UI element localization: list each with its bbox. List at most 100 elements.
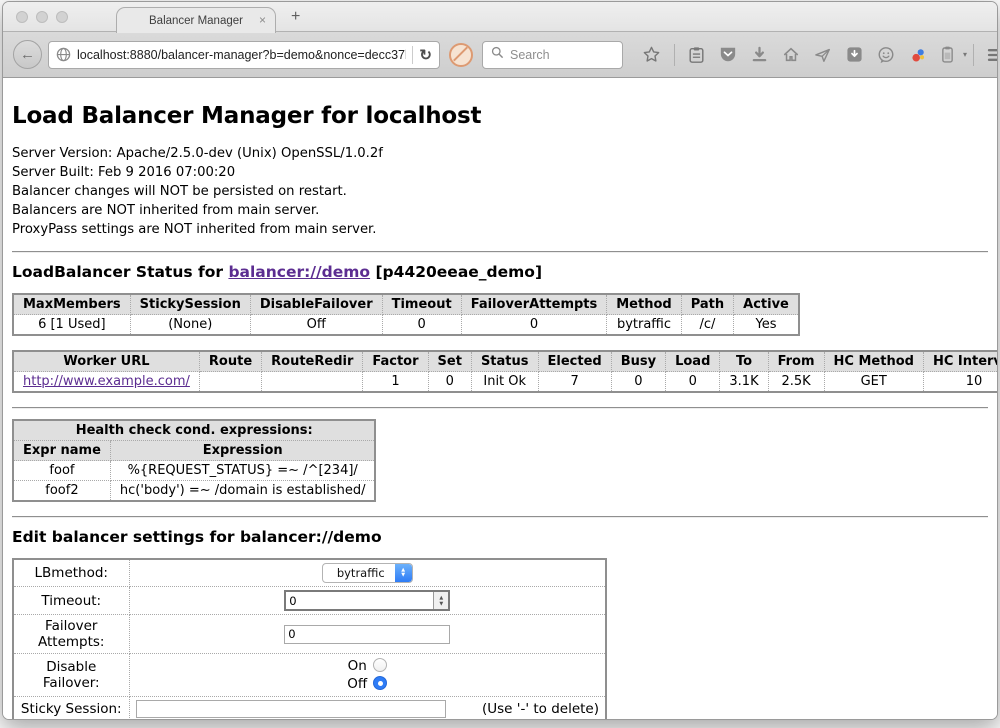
bookmark-star-icon[interactable]: [642, 45, 661, 64]
close-window-button[interactable]: [16, 11, 28, 23]
radio-off-label: Off: [347, 676, 367, 692]
table-cell: Off: [250, 315, 382, 336]
search-bar[interactable]: Search: [482, 41, 623, 69]
balancer-settings-form: LBmethod: bytraffic ▲▼ Timeout: ▲▼: [12, 558, 607, 719]
table-cell: 3.1K: [720, 372, 768, 393]
tab-balancer-manager[interactable]: Balancer Manager ×: [116, 7, 276, 33]
disable-failover-off-radio[interactable]: [373, 676, 387, 690]
table-cell: 7: [538, 372, 611, 393]
timeout-input-wrap: ▲▼: [284, 590, 450, 611]
reading-list-icon[interactable]: [688, 46, 705, 64]
column-header: To: [720, 351, 768, 372]
table-cell: 2.5K: [768, 372, 824, 393]
globe-icon: [56, 47, 71, 62]
content-blocker-icon[interactable]: [449, 43, 473, 67]
loadbalancer-status-heading: LoadBalancer Status for balancer://demo …: [12, 263, 988, 281]
status-heading-suffix: [p4420eeae_demo]: [370, 263, 542, 281]
search-icon: [491, 46, 504, 64]
back-button[interactable]: ←: [13, 40, 42, 69]
divider: [12, 407, 988, 409]
chevron-down-icon[interactable]: ▾: [963, 50, 967, 59]
browser-window: Balancer Manager × + ← localhost:8880/ba…: [2, 1, 998, 720]
select-arrows-icon: ▲▼: [395, 564, 412, 582]
forum-smiley-icon[interactable]: [877, 46, 895, 64]
zoom-window-button[interactable]: [56, 11, 68, 23]
titlebar: Balancer Manager × +: [3, 2, 997, 32]
battery-clipboard-icon[interactable]: [941, 45, 954, 64]
table-cell: http://www.example.com/: [13, 372, 199, 393]
column-header: Factor: [363, 351, 428, 372]
save-square-icon[interactable]: [846, 46, 863, 63]
window-controls[interactable]: [16, 11, 68, 23]
table-cell: bytraffic: [607, 315, 681, 336]
server-info-line: Balancers are NOT inherited from main se…: [12, 201, 988, 220]
urlbar-divider: [412, 46, 413, 64]
search-placeholder: Search: [510, 48, 550, 62]
downloads-icon[interactable]: [751, 46, 768, 63]
divider: [12, 516, 988, 518]
worker-url-link[interactable]: http://www.example.com/: [23, 374, 190, 389]
health-table-title: Health check cond. expressions:: [13, 420, 375, 441]
radio-on-label: On: [348, 658, 367, 674]
new-tab-button[interactable]: +: [291, 8, 300, 26]
table-cell: 0: [461, 315, 607, 336]
table-cell: 0: [611, 372, 665, 393]
failover-attempts-label: Failover Attempts:: [13, 615, 129, 654]
column-header: HC Interval: [923, 351, 997, 372]
number-spinner-icon[interactable]: ▲▼: [433, 592, 448, 609]
column-header: RouteRedir: [262, 351, 363, 372]
column-header: Path: [681, 294, 733, 315]
column-header: Status: [471, 351, 538, 372]
table-cell: /c/: [681, 315, 733, 336]
column-header: Expr name: [13, 441, 110, 461]
minimize-window-button[interactable]: [36, 11, 48, 23]
balancer-demo-link[interactable]: balancer://demo: [228, 263, 370, 281]
column-header: Method: [607, 294, 681, 315]
server-info-line: Server Built: Feb 9 2016 07:00:20: [12, 163, 988, 182]
health-table-header-row: Expr nameExpression: [13, 441, 375, 461]
table-cell: 0: [382, 315, 461, 336]
column-header: Active: [734, 294, 799, 315]
worker-table-header-row: Worker URLRouteRouteRedirFactorSetStatus…: [13, 351, 997, 372]
pocket-icon[interactable]: [719, 46, 737, 63]
tab-close-icon[interactable]: ×: [259, 13, 266, 27]
worker-table: Worker URLRouteRouteRedirFactorSetStatus…: [12, 350, 997, 393]
table-cell: 0: [428, 372, 471, 393]
column-header: StickySession: [130, 294, 250, 315]
toolbar-divider: [674, 44, 675, 66]
toolbar-divider-2: [973, 44, 974, 66]
reload-icon[interactable]: ↻: [419, 46, 432, 64]
column-header: MaxMembers: [13, 294, 130, 315]
edit-settings-heading: Edit balancer settings for balancer://de…: [12, 528, 988, 546]
tab-title: Balancer Manager: [149, 15, 243, 27]
send-tab-icon[interactable]: [814, 46, 832, 63]
column-header: FailoverAttempts: [461, 294, 607, 315]
server-info: Server Version: Apache/2.5.0-dev (Unix) …: [12, 144, 988, 239]
timeout-input[interactable]: [286, 592, 433, 609]
table-row: foof%{REQUEST_STATUS} =~ /^[234]/: [13, 461, 375, 481]
table-cell: [199, 372, 261, 393]
failover-attempts-input[interactable]: [284, 625, 450, 644]
column-header: Worker URL: [13, 351, 199, 372]
status-heading-prefix: LoadBalancer Status for: [12, 263, 228, 281]
table-row: foof2hc('body') =~ /domain is establishe…: [13, 481, 375, 502]
url-text[interactable]: localhost:8880/balancer-manager?b=demo&n…: [77, 48, 406, 62]
lbmethod-select[interactable]: bytraffic ▲▼: [322, 563, 413, 583]
table-cell: Yes: [734, 315, 799, 336]
table-cell: %{REQUEST_STATUS} =~ /^[234]/: [110, 461, 375, 481]
disable-failover-label: Disable Failover:: [13, 654, 129, 697]
page-title: Load Balancer Manager for localhost: [12, 78, 988, 129]
menu-icon[interactable]: [987, 48, 998, 62]
table-row: 6 [1 Used](None)Off00bytraffic/c/Yes: [13, 315, 799, 336]
table-cell: [262, 372, 363, 393]
table-cell: foof: [13, 461, 110, 481]
disable-failover-on-radio[interactable]: [373, 658, 387, 672]
url-bar[interactable]: localhost:8880/balancer-manager?b=demo&n…: [48, 41, 440, 69]
home-icon[interactable]: [782, 46, 800, 63]
color-palette-icon[interactable]: [909, 46, 927, 64]
server-info-line: Server Version: Apache/2.5.0-dev (Unix) …: [12, 144, 988, 163]
table-cell: 6 [1 Used]: [13, 315, 130, 336]
server-info-line: ProxyPass settings are NOT inherited fro…: [12, 220, 988, 239]
sticky-session-input[interactable]: [136, 700, 446, 718]
table-cell: 1: [363, 372, 428, 393]
